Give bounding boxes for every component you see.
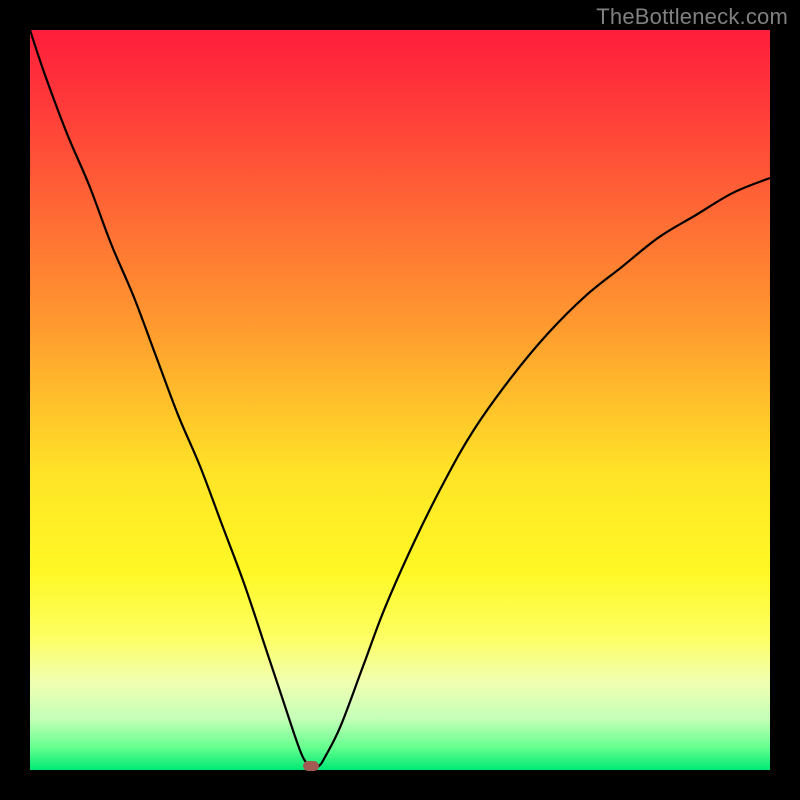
chart-plot-area [30,30,770,770]
watermark-text: TheBottleneck.com [596,4,788,30]
bottleneck-curve [30,30,770,770]
optimal-point-marker [303,761,319,771]
